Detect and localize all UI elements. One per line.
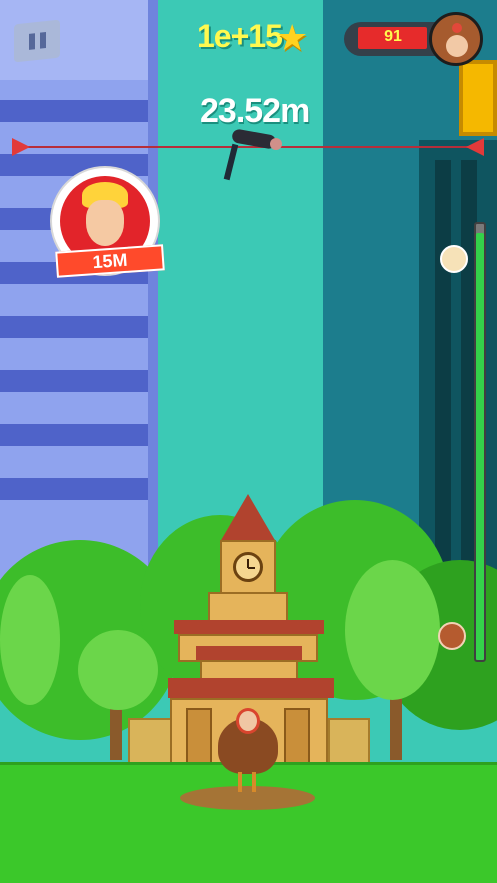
building-stripe (0, 424, 158, 446)
building-stripe (0, 100, 158, 122)
clock-icon (233, 552, 263, 582)
rival-marker-icon (440, 245, 468, 273)
arrow-left-icon (466, 138, 484, 156)
avatar-face (446, 35, 468, 57)
height-progress-fill (476, 232, 484, 660)
building-stripe (0, 316, 158, 338)
turkey-avatar-icon[interactable] (429, 12, 483, 66)
portrait-face (86, 200, 124, 246)
fence (128, 718, 174, 764)
fence (328, 718, 370, 764)
turkey-leg (238, 772, 242, 792)
left-building (0, 0, 158, 600)
pause-icon (28, 33, 35, 50)
building-sign (459, 60, 497, 136)
jumper-head (270, 138, 282, 150)
turkey-character (212, 700, 284, 794)
health-value: 91 (384, 28, 402, 45)
castle-spire (220, 494, 276, 542)
arrow-right-icon (12, 138, 30, 156)
building-stripe (0, 478, 158, 500)
jumper-character (222, 128, 284, 186)
tree-top (345, 560, 440, 700)
pause-icon (39, 32, 46, 49)
castle-door (284, 708, 310, 764)
avatar-crest (452, 23, 462, 33)
score-value: 1e+15 (197, 18, 283, 54)
building-stripe (0, 370, 158, 392)
castle-roof-band (168, 678, 334, 698)
player-marker-icon (438, 622, 466, 650)
turkey-leg (252, 772, 256, 792)
pause-button[interactable] (14, 19, 60, 63)
height-label: 23.52m (200, 92, 310, 130)
castle-roof-band (196, 646, 302, 660)
tree-top (78, 630, 158, 710)
castle-roof-band (174, 620, 324, 634)
castle-door (186, 708, 212, 764)
star-icon: ★ (276, 17, 309, 58)
tree-trunk (390, 690, 402, 760)
building-side (148, 0, 158, 600)
tree-top (0, 575, 60, 705)
building-window (435, 160, 451, 590)
height-progress-bar (474, 222, 486, 662)
turkey-face (236, 708, 260, 734)
game-scene[interactable]: 15M 23.52m 1e+15 ★ 91 (0, 0, 497, 883)
building-stripe (0, 154, 158, 176)
jumper-leg (223, 143, 239, 181)
